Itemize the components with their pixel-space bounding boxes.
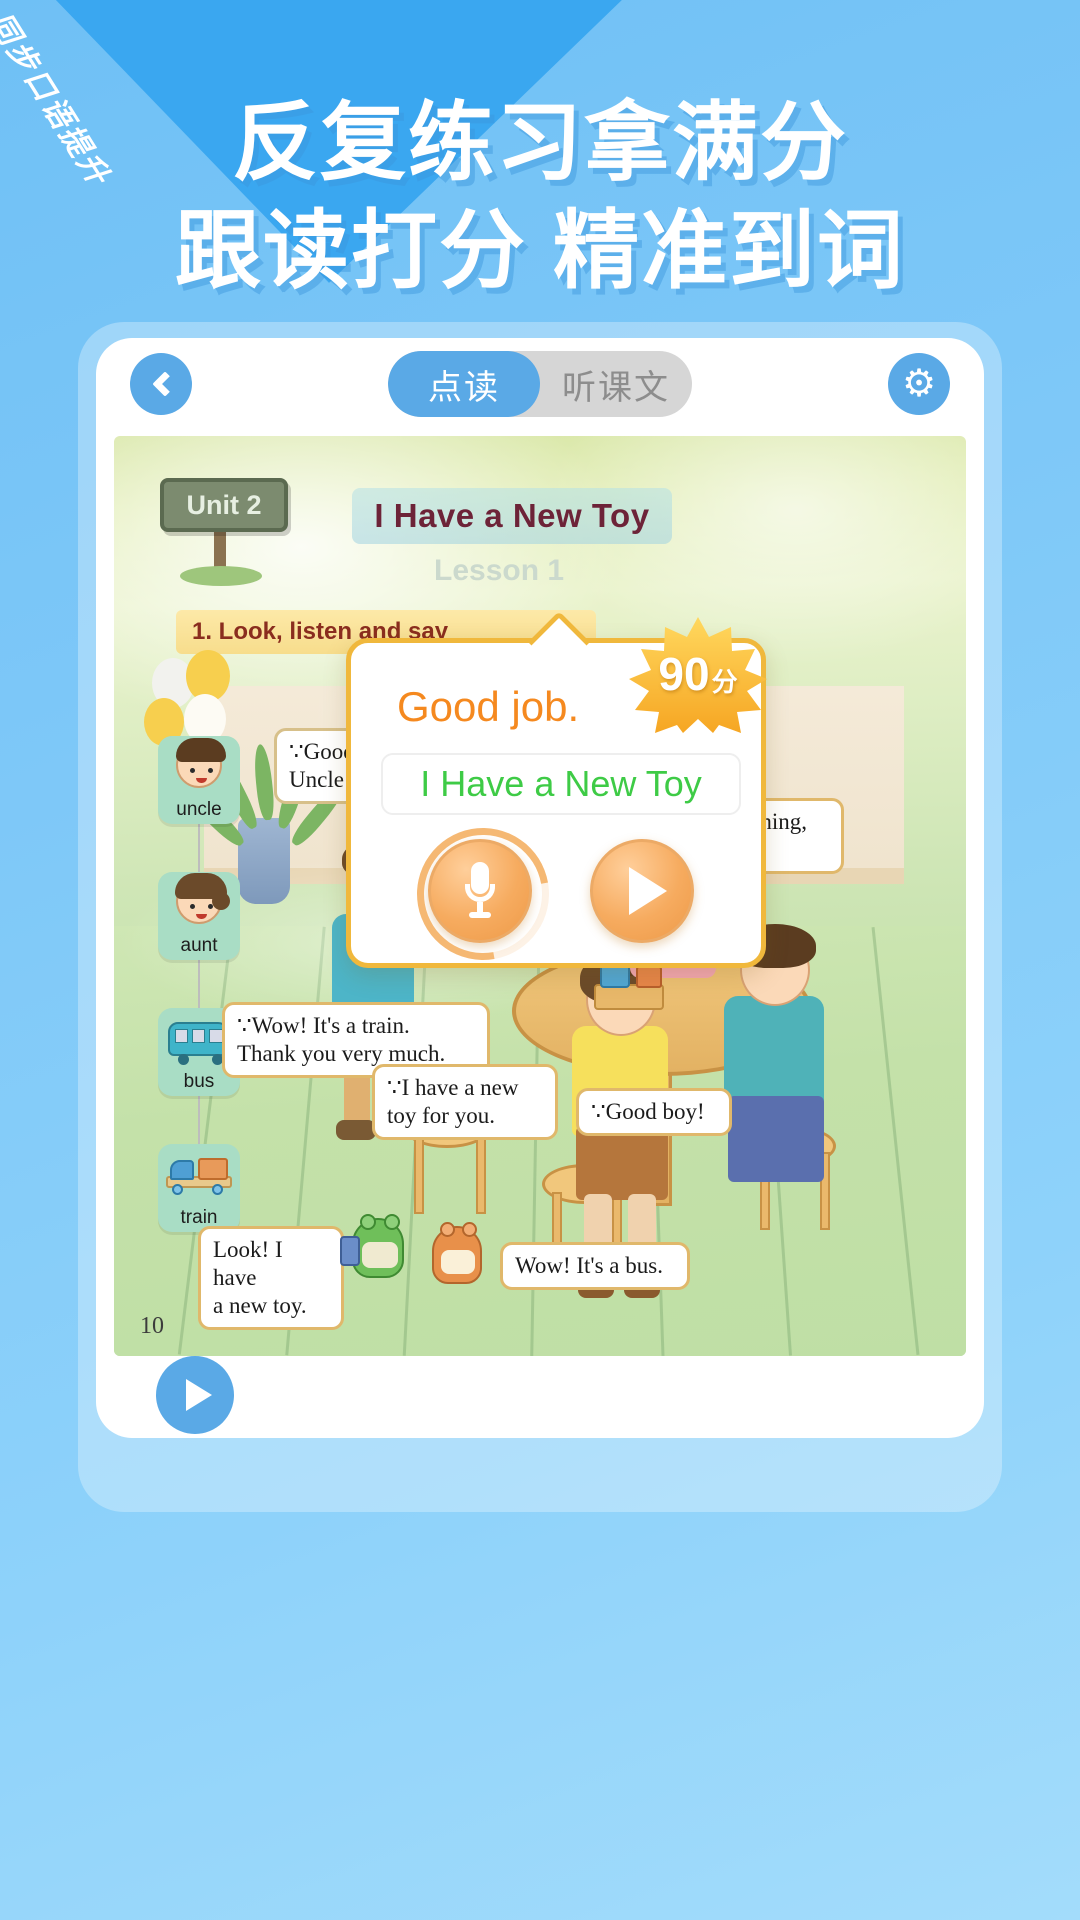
score-result-dialog: Good job. 90 分 I Have a New Toy <box>346 610 767 986</box>
app-screen: 点读 听课文 ⚙ Unit 2 I Have a New Toy Lesson … <box>96 338 984 1438</box>
praise-text: Good job. <box>397 683 580 730</box>
tab-dian-du[interactable]: 点读 <box>388 351 540 417</box>
bus-icon <box>168 1022 230 1065</box>
promo-headline-1: 反复练习拿满分 <box>232 95 848 191</box>
bubble-wow-bus[interactable]: Wow! It's a bus. <box>500 1242 690 1291</box>
recognized-sentence-box: I Have a New Toy <box>381 753 741 815</box>
mode-tabs: 点读 听课文 <box>388 351 692 417</box>
aunt-face-icon <box>175 873 230 924</box>
recognized-sentence: I Have a New Toy <box>420 763 702 804</box>
bubble-new-toy[interactable]: ∵I have a new toy for you. <box>372 1064 558 1141</box>
bubble-good-boy[interactable]: ∵Good boy! <box>576 1088 732 1137</box>
stool-leg <box>476 1136 486 1214</box>
page-audio-play-button[interactable] <box>156 1356 234 1434</box>
score-badge: 90 分 <box>627 615 769 733</box>
frog-green-character <box>340 1214 404 1278</box>
back-button[interactable] <box>130 353 192 415</box>
play-icon <box>186 1379 212 1411</box>
stool-leg <box>414 1136 424 1214</box>
dialog-actions <box>351 802 771 986</box>
play-recording-button[interactable] <box>590 839 694 943</box>
word-card-label: train <box>180 1207 218 1228</box>
word-card-label: uncle <box>176 799 222 820</box>
score-label: 90 分 <box>627 615 769 733</box>
uncle-face-icon <box>176 738 226 788</box>
score-unit: 分 <box>711 666 738 697</box>
word-card-label: aunt <box>180 935 218 956</box>
sign-grass <box>180 566 262 586</box>
score-value: 90 <box>658 648 710 700</box>
word-card-train[interactable]: train <box>158 1144 240 1232</box>
lesson-title: I Have a New Toy <box>352 488 672 544</box>
promo-headline-2: 跟读打分 精准到词 <box>175 203 905 299</box>
word-card-uncle[interactable]: uncle <box>158 736 240 824</box>
unit-sign: Unit 2 <box>160 478 288 532</box>
app-toolbar: 点读 听课文 ⚙ <box>96 338 984 430</box>
page-number: 10 <box>140 1313 164 1339</box>
record-button[interactable] <box>391 802 575 986</box>
tab-ting-ke-wen[interactable]: 听课文 <box>540 351 692 417</box>
bubble-look-new-toy[interactable]: Look! I have a new toy. <box>198 1226 344 1331</box>
chevron-left-icon <box>151 371 178 397</box>
microphone-icon <box>465 862 495 920</box>
frog-orange-character <box>432 1222 482 1284</box>
gear-icon: ⚙ <box>901 363 937 405</box>
settings-button[interactable]: ⚙ <box>888 353 950 415</box>
word-card-aunt[interactable]: aunt <box>158 872 240 960</box>
promo-header: 同步口语提升 反复练习拿满分 跟读打分 精准到词 <box>0 0 1080 330</box>
play-icon <box>629 867 667 915</box>
word-card-label: bus <box>183 1071 215 1092</box>
train-icon <box>166 1158 232 1195</box>
lesson-subtitle: Lesson 1 <box>434 554 565 587</box>
textbook-page[interactable]: Unit 2 I Have a New Toy Lesson 1 1. Look… <box>114 436 966 1356</box>
